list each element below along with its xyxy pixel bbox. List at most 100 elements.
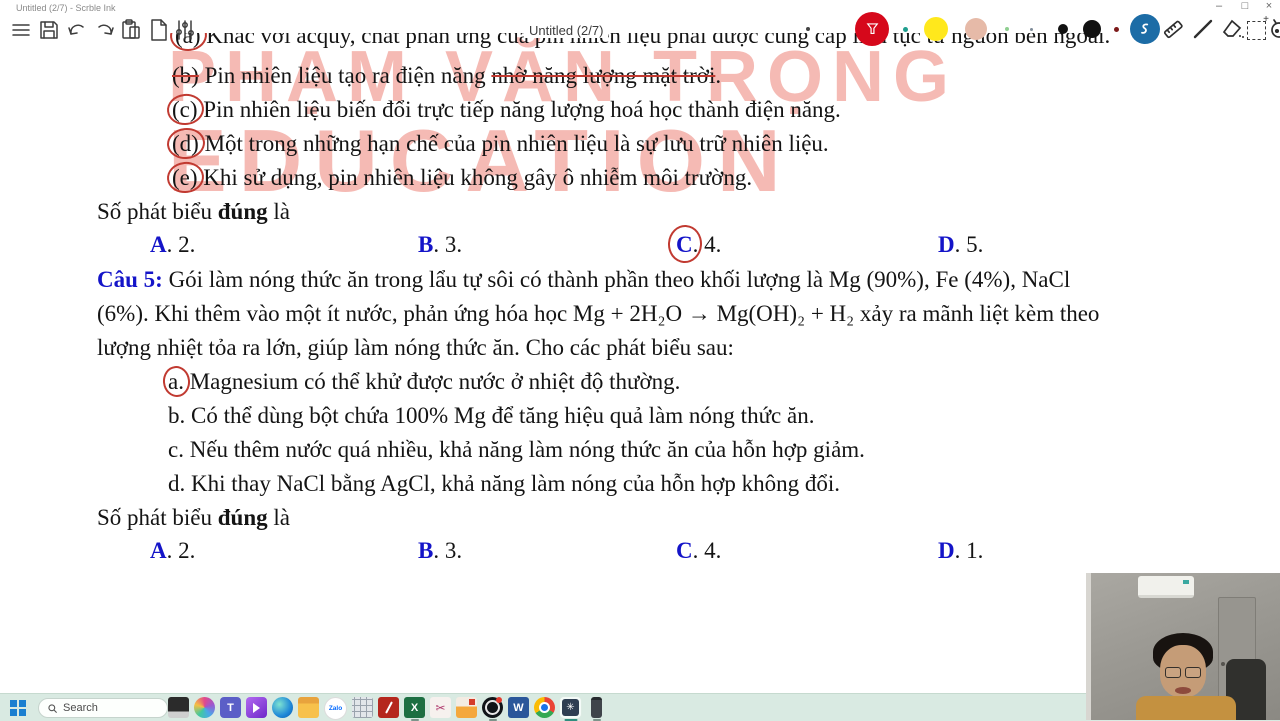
q5-answer-d: D. 1. (938, 538, 984, 563)
q5-intro-line1: Câu 5: Gói làm nóng thức ăn trong lẩu tự… (97, 267, 1071, 292)
save-icon (40, 21, 58, 39)
sliders-icon (176, 20, 194, 40)
color-black-small[interactable] (1058, 24, 1068, 34)
document-icon (151, 19, 167, 41)
q5-intro-line3: lượng nhiệt tỏa ra lớn, giúp làm nóng th… (97, 335, 734, 360)
paste-button[interactable] (118, 17, 144, 43)
red-circle-annotation: (d) (172, 131, 199, 156)
person-mouth (1175, 687, 1191, 694)
taskbar-app-zalo[interactable]: Zalo (324, 697, 347, 720)
funnel-pen-icon (866, 22, 878, 34)
wall-edge (1086, 573, 1091, 720)
taskbar-search[interactable]: Search (38, 698, 168, 718)
red-circle-annotation: (e) (172, 165, 198, 190)
q5-statement-a: a. Magnesium có thể khử được nước ở nhiệ… (168, 369, 681, 394)
q4-statement-d: (d) Một trong những hạn chế của pin nhiê… (172, 131, 829, 156)
webcam-overlay (1086, 573, 1280, 720)
taskbar-app-photos-dark[interactable] (168, 697, 189, 718)
q4-statement-e: (e) Khi sử dụng, pin nhiên liệu không gâ… (172, 165, 753, 190)
taskbar-app-excel[interactable]: X (404, 697, 425, 721)
brand-pen-button[interactable] (1130, 14, 1160, 44)
ruler-tool[interactable] (1160, 16, 1186, 42)
lasso-tool[interactable] (1266, 16, 1280, 42)
start-button[interactable] (10, 700, 26, 716)
pen-size-dot[interactable] (806, 27, 810, 31)
undo-icon (68, 24, 84, 35)
taskbar-app-phone[interactable] (586, 697, 607, 721)
phone-icon (591, 697, 602, 718)
q4-answer-a: A. 2. (150, 232, 196, 257)
clipboard-icon (122, 19, 140, 39)
q5-statement-c: c. Nếu thêm nước quá nhiều, khả năng làm… (168, 437, 865, 462)
ruler-icon (1163, 20, 1183, 39)
color-gray-dot[interactable] (1030, 28, 1033, 31)
red-strike-annotation: (b) (172, 63, 199, 88)
record-dot (496, 697, 502, 703)
accent-square (469, 699, 475, 705)
air-conditioner (1138, 576, 1194, 598)
q4-summary: Số phát biểu đúng là (97, 199, 290, 224)
color-maroon-dot[interactable] (1114, 27, 1119, 32)
q4-answer-d: D. 5. (938, 232, 984, 257)
q5-answer-c: C. 4. (676, 538, 722, 563)
watermark-line2: EDUCATION (168, 111, 793, 210)
taskbar-app-dictionary[interactable] (378, 697, 399, 718)
page-indicator: Untitled (2/7) (524, 23, 609, 38)
color-black-large[interactable] (1083, 20, 1101, 38)
taskbar-app-edge[interactable] (272, 697, 293, 718)
color-yellow[interactable] (924, 17, 948, 41)
hamburger-icon (12, 24, 30, 36)
person-shirt (1136, 696, 1236, 720)
quill-icon (384, 701, 393, 714)
taskbar-app-teams[interactable]: T (220, 697, 241, 718)
close-button[interactable]: × (1258, 0, 1280, 12)
taskbar-app-photos-orange[interactable] (456, 697, 477, 718)
taskbar-app-explorer[interactable] (298, 697, 319, 718)
selected-red-pen[interactable] (855, 12, 889, 46)
q5-summary: Số phát biểu đúng là (97, 505, 290, 530)
undo-button[interactable] (64, 17, 90, 43)
q5-answer-b: B. 3. (418, 538, 463, 563)
restore-button[interactable]: □ (1234, 0, 1256, 12)
menu-button[interactable] (8, 17, 34, 43)
color-green-dot[interactable] (1005, 27, 1009, 31)
eraser-tool[interactable] (1220, 16, 1246, 42)
select-tool[interactable]: + (1247, 14, 1269, 40)
window-title: Untitled (2/7) - Scrble Ink (16, 3, 116, 13)
settings-button[interactable] (172, 17, 198, 43)
scrble-tile: ✳ (562, 699, 579, 716)
taskbar-app-copilot[interactable] (194, 697, 215, 718)
color-teal-dot[interactable] (903, 27, 908, 32)
search-icon (48, 703, 58, 713)
taskbar-app-media[interactable] (246, 697, 267, 718)
eraser-icon (1222, 19, 1245, 38)
taskbar-app-chrome[interactable] (534, 697, 555, 718)
lasso-icon (1271, 19, 1280, 38)
red-circle-annotation: (c) (172, 97, 198, 122)
taskbar-app-snip[interactable]: ✂ (430, 697, 451, 718)
color-pink[interactable] (965, 18, 987, 40)
q4-answer-b: B. 3. (418, 232, 463, 257)
search-placeholder: Search (63, 702, 98, 714)
minimize-button[interactable]: – (1208, 0, 1230, 12)
taskbar-app-word[interactable]: W (508, 697, 529, 718)
squiggle-icon (1141, 23, 1149, 34)
new-page-button[interactable] (146, 17, 172, 43)
red-circle-annotation: a. (168, 369, 184, 394)
q4-statement-b: (b) Pin nhiên liệu tạo ra điện năng nhờ … (172, 63, 722, 88)
red-strike-annotation: nhờ năng lượng mặt trời (491, 63, 716, 88)
q4-answer-c: C. 4. (676, 232, 722, 257)
q4-statement-c: (c) Pin nhiên liệu biến đổi trực tiếp nă… (172, 97, 841, 122)
taskbar-app-remote-grid[interactable] (352, 697, 373, 718)
redo-button[interactable] (92, 17, 118, 43)
save-button[interactable] (36, 17, 62, 43)
q5-answer-a: A. 2. (150, 538, 196, 563)
taskbar-apps: T Zalo X ✂ W ✳ (168, 697, 607, 721)
play-icon (253, 702, 260, 713)
taskbar-app-scrble-active[interactable]: ✳ (560, 697, 581, 721)
q5-statement-b: b. Có thể dùng bột chứa 100% Mg để tăng … (168, 403, 815, 428)
line-tool[interactable] (1190, 16, 1216, 42)
redo-icon (98, 24, 114, 35)
taskbar-app-obs[interactable] (482, 697, 503, 721)
person-glasses (1165, 667, 1201, 678)
